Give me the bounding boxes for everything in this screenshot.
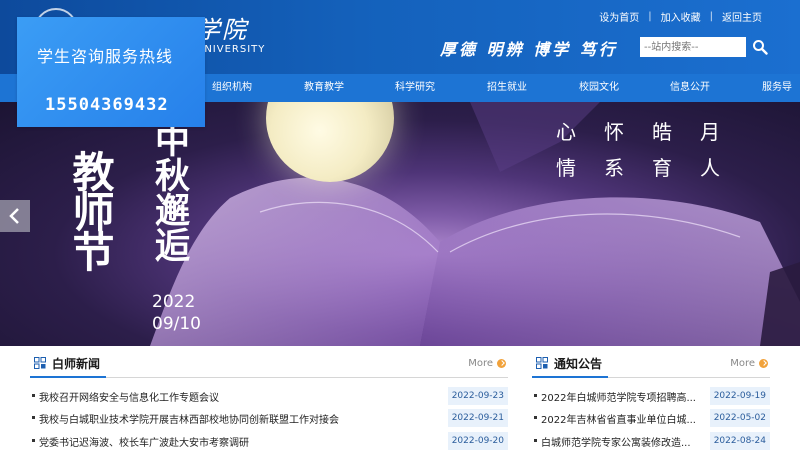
banner-title-mid-autumn: 中秋邂逅: [149, 122, 190, 262]
search-input[interactable]: [640, 37, 746, 57]
more-label: More: [730, 358, 755, 369]
add-favorite-link[interactable]: 加入收藏: [661, 9, 701, 24]
hotline-phone: 15504369432: [45, 95, 169, 115]
notice-item-date: 2022-09-19: [709, 387, 770, 405]
news-item-title: 我校与白城职业技术学院开展吉林西部校地协同创新联盟工作对接会: [39, 415, 339, 426]
arrow-right-circle-icon: [497, 359, 506, 368]
news-section: 白师新闻 More 我校召开网络安全与信息化工作专题会议 2022-09-23 …: [30, 346, 508, 450]
bullet-icon: [32, 416, 35, 419]
notice-item-date: 2022-05-02: [709, 409, 770, 427]
notice-title: 通知公告: [554, 357, 603, 371]
notice-item-title: 白城师范学院专家公寓装修改造...: [541, 438, 691, 449]
news-item-date: 2022-09-21: [447, 409, 508, 427]
school-english-name: UNIVERSITY: [196, 44, 266, 55]
notice-item-title: 2022年吉林省省直事业单位白城...: [541, 415, 696, 426]
more-label: More: [468, 358, 493, 369]
banner-slogan-line2: 情系育人: [556, 156, 748, 180]
notice-item[interactable]: 2022年吉林省省直事业单位白城... 2022-05-02: [532, 408, 770, 428]
back-home-link[interactable]: 返回主页: [722, 9, 762, 24]
news-header: 白师新闻 More: [30, 346, 508, 378]
news-item-date: 2022-09-23: [447, 387, 508, 405]
news-title: 白师新闻: [52, 357, 101, 371]
banner-date-day: 09/10: [152, 314, 201, 334]
chevron-left-icon: [9, 208, 19, 224]
notice-section: 通知公告 More 2022年白城师范学院专项招聘高... 2022-09-19…: [532, 346, 770, 450]
bullet-icon: [534, 394, 537, 397]
grid-icon: [536, 357, 548, 369]
notice-item-date: 2022-08-24: [709, 432, 770, 450]
separator: |: [709, 11, 713, 22]
news-more-link[interactable]: More: [468, 358, 506, 369]
news-item[interactable]: 党委书记迟海波、校长车广波赴大安市考察调研 2022-09-20: [30, 431, 508, 450]
separator: |: [648, 11, 652, 22]
nav-item-education[interactable]: 教育教学: [304, 74, 344, 102]
hero-banner[interactable]: 心怀皓月 情系育人 教师节 中秋邂逅 2022 09/10: [0, 102, 800, 346]
news-item-date: 2022-09-20: [447, 432, 508, 450]
student-hotline-panel[interactable]: 学生咨询服务热线 15504369432: [17, 17, 205, 127]
banner-title-teachers-day: 教师节: [66, 150, 115, 270]
bullet-icon: [534, 439, 537, 442]
notice-more-link[interactable]: More: [730, 358, 768, 369]
hotline-title: 学生咨询服务热线: [37, 47, 174, 66]
news-item[interactable]: 我校召开网络安全与信息化工作专题会议 2022-09-23: [30, 386, 508, 406]
nav-item-research[interactable]: 科学研究: [395, 74, 435, 102]
bullet-icon: [534, 416, 537, 419]
notice-item[interactable]: 白城师范学院专家公寓装修改造... 2022-08-24: [532, 431, 770, 450]
school-motto: 厚德 明辨 博学 笃行: [440, 40, 618, 59]
nav-item-admissions[interactable]: 招生就业: [487, 74, 527, 102]
bullet-icon: [32, 394, 35, 397]
arrow-right-circle-icon: [759, 359, 768, 368]
notice-item[interactable]: 2022年白城师范学院专项招聘高... 2022-09-19: [532, 386, 770, 406]
set-homepage-link[interactable]: 设为首页: [599, 9, 639, 24]
nav-item-campus-culture[interactable]: 校园文化: [579, 74, 619, 102]
grid-icon: [34, 357, 46, 369]
search-icon[interactable]: [752, 39, 768, 55]
news-item-title: 我校召开网络安全与信息化工作专题会议: [39, 393, 219, 404]
banner-slogan-line1: 心怀皓月: [556, 120, 748, 144]
news-item[interactable]: 我校与白城职业技术学院开展吉林西部校地协同创新联盟工作对接会 2022-09-2…: [30, 408, 508, 428]
notice-item-title: 2022年白城师范学院专项招聘高...: [541, 393, 696, 404]
nav-item-service-nav[interactable]: 服务导航: [762, 74, 800, 121]
top-links: 设为首页 | 加入收藏 | 返回主页: [599, 9, 762, 24]
title-underline: [532, 376, 608, 378]
title-underline: [30, 376, 106, 378]
banner-date-year: 2022: [152, 292, 196, 312]
bullet-icon: [32, 439, 35, 442]
news-item-title: 党委书记迟海波、校长车广波赴大安市考察调研: [39, 438, 249, 449]
banner-prev-button[interactable]: [0, 200, 30, 232]
nav-item-organization[interactable]: 组织机构: [212, 74, 252, 102]
nav-item-info-disclosure[interactable]: 信息公开: [670, 74, 710, 102]
notice-header: 通知公告 More: [532, 346, 770, 378]
